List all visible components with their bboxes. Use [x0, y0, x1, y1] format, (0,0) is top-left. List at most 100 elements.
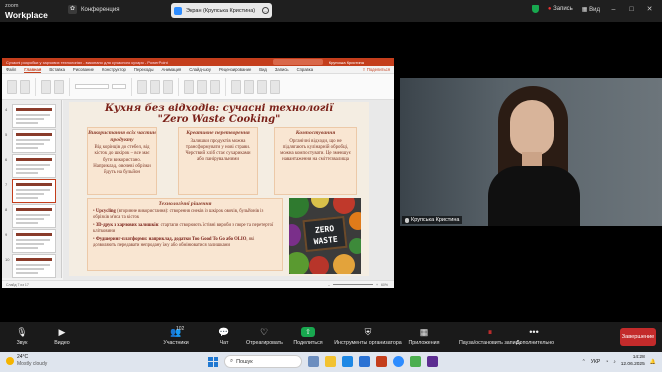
ppt-user: Крупська Кристина — [328, 59, 364, 65]
toolbar-button-shield[interactable]: ⛨ Инструменты организатора — [333, 327, 403, 347]
ribbon-tab[interactable]: Справка — [297, 67, 313, 72]
thumb-text-line — [16, 122, 38, 124]
ribbon-tab[interactable]: Файл — [6, 67, 16, 72]
taskbar-center: ⌕ Пошук — [208, 355, 438, 368]
ribbon-tab[interactable]: Запись — [275, 67, 289, 72]
toolbar-button-participants[interactable]: 👥 102 Участники — [158, 326, 194, 346]
file-explorer-icon[interactable] — [325, 356, 336, 367]
slide-thumbnail[interactable]: 4 — [5, 104, 56, 128]
shapes-button[interactable] — [184, 79, 194, 94]
thumb-text-line — [16, 168, 44, 170]
thumb-text-line — [16, 264, 50, 266]
align-button[interactable] — [163, 79, 173, 94]
teams-icon[interactable] — [427, 356, 438, 367]
notifications-icon[interactable]: 🔔 — [650, 359, 656, 365]
task-view-icon[interactable] — [308, 356, 319, 367]
arrange-button[interactable] — [197, 79, 207, 94]
toolbar-button-share[interactable]: ⇧ Поделиться — [290, 327, 326, 346]
thumb-text-line — [16, 243, 44, 245]
thumb-text-line — [16, 139, 50, 141]
ribbon-tab[interactable]: Анимация — [162, 67, 182, 72]
designer-button[interactable] — [270, 79, 280, 94]
bullets-button[interactable] — [137, 79, 147, 94]
vegetable — [289, 224, 301, 246]
toolbar-button-mic[interactable]: 🎙 Звук — [4, 327, 40, 347]
participant-video[interactable]: Крупська Кристина — [400, 78, 662, 226]
slide-number: 10 — [5, 257, 10, 262]
zoom-slider[interactable]: – + 60% — [328, 283, 388, 287]
thumb-text-line — [16, 164, 50, 166]
share-screen-icon — [174, 6, 182, 15]
paste-button[interactable] — [7, 79, 17, 94]
vegetable — [333, 254, 355, 274]
chrome-icon[interactable] — [410, 356, 421, 367]
slide-number: 7 — [5, 182, 8, 187]
ppt-search-box[interactable] — [272, 59, 323, 65]
word-icon[interactable] — [359, 356, 370, 367]
numbering-button[interactable] — [150, 79, 160, 94]
slide-thumbnail[interactable]: 9 — [5, 229, 56, 253]
edge-icon[interactable] — [342, 356, 353, 367]
ribbon-tab[interactable]: Слайд-шоу — [189, 67, 211, 72]
quick-styles-button[interactable] — [210, 79, 220, 94]
windows-taskbar: 24°C Mostly cloudy ⌕ Пошук ⌃ УКР ◔ ♪ 14:28… — [0, 352, 662, 372]
volume-icon[interactable]: ♪ — [613, 359, 616, 365]
wifi-icon[interactable]: ◔ — [605, 359, 608, 365]
ribbon-tab[interactable]: Вид — [259, 67, 267, 72]
weather-widget[interactable]: 24°C Mostly cloudy — [6, 354, 47, 368]
replace-button[interactable] — [244, 79, 254, 94]
toolbar-button-camera[interactable]: ▶ Видео — [44, 327, 80, 347]
slide-thumbnail[interactable]: 7 — [5, 179, 56, 203]
thumb-text-line — [16, 272, 38, 274]
slide-thumbnail[interactable]: 8 — [5, 204, 56, 228]
meeting-toolbar: Завершение 🎙 Звук ▶ Видео 👥 102 Участники 💬 Чат ♡… — [0, 322, 662, 352]
toolbar-button-more[interactable]: ••• Дополнительно — [516, 327, 554, 346]
ribbon-tab[interactable]: Рецензирование — [219, 67, 251, 72]
system-tray: ⌃ УКР ◔ ♪ 14:28 12.06.2025 🔔 — [582, 355, 656, 368]
clock[interactable]: 14:28 12.06.2025 — [621, 355, 645, 368]
toolbar-button-pause-record[interactable]: ⏸ Пауза/остановить запись — [455, 327, 525, 347]
section-button[interactable] — [54, 79, 64, 94]
vegetable — [311, 198, 329, 208]
thumb-text-line — [16, 222, 38, 224]
dictate-button[interactable] — [257, 79, 267, 94]
maximize-icon[interactable]: □ — [627, 6, 636, 13]
slide-thumbnail[interactable]: 10 — [5, 254, 56, 278]
ppt-status-bar: Слайд 7 из 17 – + 60% — [2, 280, 394, 288]
end-meeting-button[interactable]: Завершение — [620, 328, 656, 346]
layout-button[interactable] — [41, 79, 51, 94]
toolbar-button-chat[interactable]: 💬 Чат — [206, 327, 242, 347]
taskbar-search[interactable]: ⌕ Пошук — [224, 355, 302, 368]
new-slide-button[interactable] — [20, 79, 30, 94]
ribbon-tab[interactable]: Рисование — [73, 67, 94, 72]
find-button[interactable] — [231, 79, 241, 94]
view-button[interactable]: ▦ Вид — [582, 6, 600, 13]
ribbon-tab[interactable]: Переходы — [134, 67, 154, 72]
vegetable — [333, 198, 355, 214]
zoom-icon[interactable] — [393, 356, 404, 367]
record-indicator[interactable]: ● Запись — [548, 6, 573, 12]
tray-chevron-icon[interactable]: ⌃ — [582, 359, 586, 365]
ribbon-tab[interactable]: Главная — [24, 67, 42, 73]
thumb-text-line — [16, 172, 38, 174]
vegetable — [289, 198, 309, 218]
slide-thumbnail[interactable]: 6 — [5, 154, 56, 178]
font-family-field[interactable] — [75, 84, 109, 89]
ribbon-tab[interactable]: Конструктор — [102, 67, 126, 72]
powerpoint-icon[interactable] — [376, 356, 387, 367]
toolbar-button-react[interactable]: ♡ Отреагировать — [246, 327, 283, 347]
screen-share-indicator[interactable]: Экран (Крупська Кристина) … — [171, 3, 272, 18]
start-icon[interactable] — [208, 356, 218, 367]
minimize-icon[interactable]: – — [609, 6, 618, 13]
close-icon[interactable]: ✕ — [645, 5, 654, 13]
zoom-top-bar: zoom Workplace ✿ Конференция Экран (Круп… — [0, 0, 662, 22]
font-size-field[interactable] — [112, 84, 126, 89]
ppt-share-button[interactable]: ⇪ Поделиться — [362, 67, 390, 72]
language-indicator[interactable]: УКР — [591, 359, 600, 365]
toolbar-label: Поделиться — [293, 340, 323, 346]
more-options-icon[interactable]: … — [262, 7, 269, 14]
slide-thumbnail[interactable]: 5 — [5, 129, 56, 153]
toolbar-button-apps[interactable]: ▦ Приложения — [406, 327, 442, 347]
conference-menu[interactable]: ✿ Конференция — [68, 5, 119, 14]
ribbon-tab[interactable]: Вставка — [49, 67, 65, 72]
